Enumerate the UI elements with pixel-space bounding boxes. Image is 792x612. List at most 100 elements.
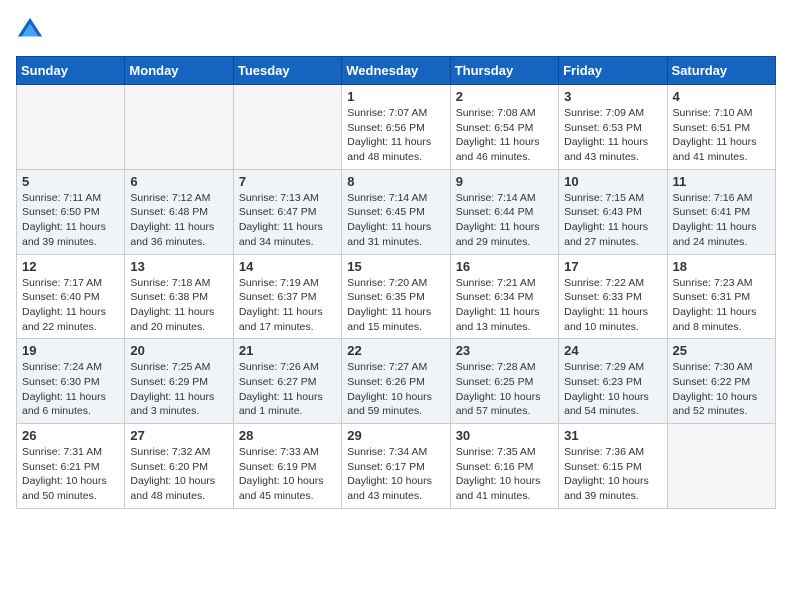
logo [16, 16, 48, 44]
calendar-cell: 5Sunrise: 7:11 AM Sunset: 6:50 PM Daylig… [17, 169, 125, 254]
day-info: Sunrise: 7:28 AM Sunset: 6:25 PM Dayligh… [456, 360, 553, 419]
day-info: Sunrise: 7:31 AM Sunset: 6:21 PM Dayligh… [22, 445, 119, 504]
page-header [16, 16, 776, 44]
calendar-cell: 14 Sunrise: 7:19 AM Sunset: 6:37 PM Dayli… [233, 254, 341, 339]
calendar-week-row: 5Sunrise: 7:11 AM Sunset: 6:50 PM Daylig… [17, 169, 776, 254]
day-number: 18 [673, 259, 770, 274]
calendar-cell: 29 Sunrise: 7:34 AM Sunset: 6:17 PM Dayli… [342, 424, 450, 509]
calendar-cell: 12Sunrise: 7:17 AM Sunset: 6:40 PM Dayli… [17, 254, 125, 339]
day-info: Sunrise: 7:16 AM Sunset: 6:41 PM Dayligh… [673, 191, 770, 250]
calendar-week-row: 12Sunrise: 7:17 AM Sunset: 6:40 PM Dayli… [17, 254, 776, 339]
logo-icon [16, 16, 44, 44]
day-number: 14 [239, 259, 336, 274]
calendar-cell: 16 Sunrise: 7:21 AM Sunset: 6:34 PM Dayli… [450, 254, 558, 339]
day-info: Sunrise: 7:11 AM Sunset: 6:50 PM Dayligh… [22, 191, 119, 250]
calendar-header-row: SundayMondayTuesdayWednesdayThursdayFrid… [17, 57, 776, 85]
day-info: Sunrise: 7:26 AM Sunset: 6:27 PM Dayligh… [239, 360, 336, 419]
day-number: 17 [564, 259, 661, 274]
day-info: Sunrise: 7:15 AM Sunset: 6:43 PM Dayligh… [564, 191, 661, 250]
day-number: 24 [564, 343, 661, 358]
day-info: Sunrise: 7:07 AM Sunset: 6:56 PM Dayligh… [347, 106, 444, 165]
calendar-cell: 2Sunrise: 7:08 AM Sunset: 6:54 PM Daylig… [450, 85, 558, 170]
day-info: Sunrise: 7:36 AM Sunset: 6:15 PM Dayligh… [564, 445, 661, 504]
weekday-header: Wednesday [342, 57, 450, 85]
calendar-cell: 23 Sunrise: 7:28 AM Sunset: 6:25 PM Dayli… [450, 339, 558, 424]
calendar-cell: 21Sunrise: 7:26 AM Sunset: 6:27 PM Dayli… [233, 339, 341, 424]
weekday-header: Saturday [667, 57, 775, 85]
day-info: Sunrise: 7:08 AM Sunset: 6:54 PM Dayligh… [456, 106, 553, 165]
day-number: 9 [456, 174, 553, 189]
day-number: 28 [239, 428, 336, 443]
day-number: 31 [564, 428, 661, 443]
day-number: 30 [456, 428, 553, 443]
day-info: Sunrise: 7:12 AM Sunset: 6:48 PM Dayligh… [130, 191, 227, 250]
day-info: Sunrise: 7:17 AM Sunset: 6:40 PM Dayligh… [22, 276, 119, 335]
day-number: 23 [456, 343, 553, 358]
day-info: Sunrise: 7:21 AM Sunset: 6:34 PM Dayligh… [456, 276, 553, 335]
day-info: Sunrise: 7:13 AM Sunset: 6:47 PM Dayligh… [239, 191, 336, 250]
calendar-cell: 7 Sunrise: 7:13 AM Sunset: 6:47 PM Daylig… [233, 169, 341, 254]
calendar-cell: 13Sunrise: 7:18 AM Sunset: 6:38 PM Dayli… [125, 254, 233, 339]
day-number: 22 [347, 343, 444, 358]
day-info: Sunrise: 7:25 AM Sunset: 6:29 PM Dayligh… [130, 360, 227, 419]
calendar-cell: 15 Sunrise: 7:20 AM Sunset: 6:35 PM Dayli… [342, 254, 450, 339]
calendar-cell: 8 Sunrise: 7:14 AM Sunset: 6:45 PM Daylig… [342, 169, 450, 254]
day-info: Sunrise: 7:32 AM Sunset: 6:20 PM Dayligh… [130, 445, 227, 504]
day-info: Sunrise: 7:09 AM Sunset: 6:53 PM Dayligh… [564, 106, 661, 165]
calendar-cell: 10 Sunrise: 7:15 AM Sunset: 6:43 PM Dayli… [559, 169, 667, 254]
day-info: Sunrise: 7:34 AM Sunset: 6:17 PM Dayligh… [347, 445, 444, 504]
calendar-cell: 18 Sunrise: 7:23 AM Sunset: 6:31 PM Dayli… [667, 254, 775, 339]
day-info: Sunrise: 7:30 AM Sunset: 6:22 PM Dayligh… [673, 360, 770, 419]
day-number: 13 [130, 259, 227, 274]
day-number: 20 [130, 343, 227, 358]
calendar-cell: 27 Sunrise: 7:32 AM Sunset: 6:20 PM Dayli… [125, 424, 233, 509]
weekday-header: Sunday [17, 57, 125, 85]
calendar-cell: 24Sunrise: 7:29 AM Sunset: 6:23 PM Dayli… [559, 339, 667, 424]
day-number: 10 [564, 174, 661, 189]
calendar-table: SundayMondayTuesdayWednesdayThursdayFrid… [16, 56, 776, 509]
calendar-week-row: 1 Sunrise: 7:07 AM Sunset: 6:56 PM Daylig… [17, 85, 776, 170]
calendar-cell: 22Sunrise: 7:27 AM Sunset: 6:26 PM Dayli… [342, 339, 450, 424]
calendar-cell: 25Sunrise: 7:30 AM Sunset: 6:22 PM Dayli… [667, 339, 775, 424]
day-info: Sunrise: 7:14 AM Sunset: 6:45 PM Dayligh… [347, 191, 444, 250]
day-info: Sunrise: 7:22 AM Sunset: 6:33 PM Dayligh… [564, 276, 661, 335]
day-info: Sunrise: 7:20 AM Sunset: 6:35 PM Dayligh… [347, 276, 444, 335]
calendar-cell: 6 Sunrise: 7:12 AM Sunset: 6:48 PM Daylig… [125, 169, 233, 254]
calendar-cell: 26 Sunrise: 7:31 AM Sunset: 6:21 PM Dayli… [17, 424, 125, 509]
calendar-cell [667, 424, 775, 509]
weekday-header: Tuesday [233, 57, 341, 85]
calendar-cell: 20 Sunrise: 7:25 AM Sunset: 6:29 PM Dayli… [125, 339, 233, 424]
day-number: 8 [347, 174, 444, 189]
calendar-cell: 19Sunrise: 7:24 AM Sunset: 6:30 PM Dayli… [17, 339, 125, 424]
calendar-cell [233, 85, 341, 170]
calendar-cell: 11 Sunrise: 7:16 AM Sunset: 6:41 PM Dayli… [667, 169, 775, 254]
calendar-cell: 9 Sunrise: 7:14 AM Sunset: 6:44 PM Daylig… [450, 169, 558, 254]
calendar-week-row: 19Sunrise: 7:24 AM Sunset: 6:30 PM Dayli… [17, 339, 776, 424]
weekday-header: Thursday [450, 57, 558, 85]
day-number: 7 [239, 174, 336, 189]
day-info: Sunrise: 7:14 AM Sunset: 6:44 PM Dayligh… [456, 191, 553, 250]
calendar-cell: 31 Sunrise: 7:36 AM Sunset: 6:15 PM Dayli… [559, 424, 667, 509]
day-number: 11 [673, 174, 770, 189]
calendar-week-row: 26 Sunrise: 7:31 AM Sunset: 6:21 PM Dayli… [17, 424, 776, 509]
day-number: 16 [456, 259, 553, 274]
day-number: 15 [347, 259, 444, 274]
day-number: 26 [22, 428, 119, 443]
day-info: Sunrise: 7:23 AM Sunset: 6:31 PM Dayligh… [673, 276, 770, 335]
calendar-cell: 4 Sunrise: 7:10 AM Sunset: 6:51 PM Daylig… [667, 85, 775, 170]
day-number: 4 [673, 89, 770, 104]
day-number: 19 [22, 343, 119, 358]
calendar-cell: 30Sunrise: 7:35 AM Sunset: 6:16 PM Dayli… [450, 424, 558, 509]
day-number: 27 [130, 428, 227, 443]
weekday-header: Monday [125, 57, 233, 85]
day-info: Sunrise: 7:33 AM Sunset: 6:19 PM Dayligh… [239, 445, 336, 504]
day-info: Sunrise: 7:19 AM Sunset: 6:37 PM Dayligh… [239, 276, 336, 335]
day-info: Sunrise: 7:10 AM Sunset: 6:51 PM Dayligh… [673, 106, 770, 165]
calendar-cell [17, 85, 125, 170]
day-number: 29 [347, 428, 444, 443]
day-number: 6 [130, 174, 227, 189]
calendar-cell: 28 Sunrise: 7:33 AM Sunset: 6:19 PM Dayli… [233, 424, 341, 509]
day-number: 1 [347, 89, 444, 104]
calendar-cell: 3 Sunrise: 7:09 AM Sunset: 6:53 PM Daylig… [559, 85, 667, 170]
day-number: 3 [564, 89, 661, 104]
